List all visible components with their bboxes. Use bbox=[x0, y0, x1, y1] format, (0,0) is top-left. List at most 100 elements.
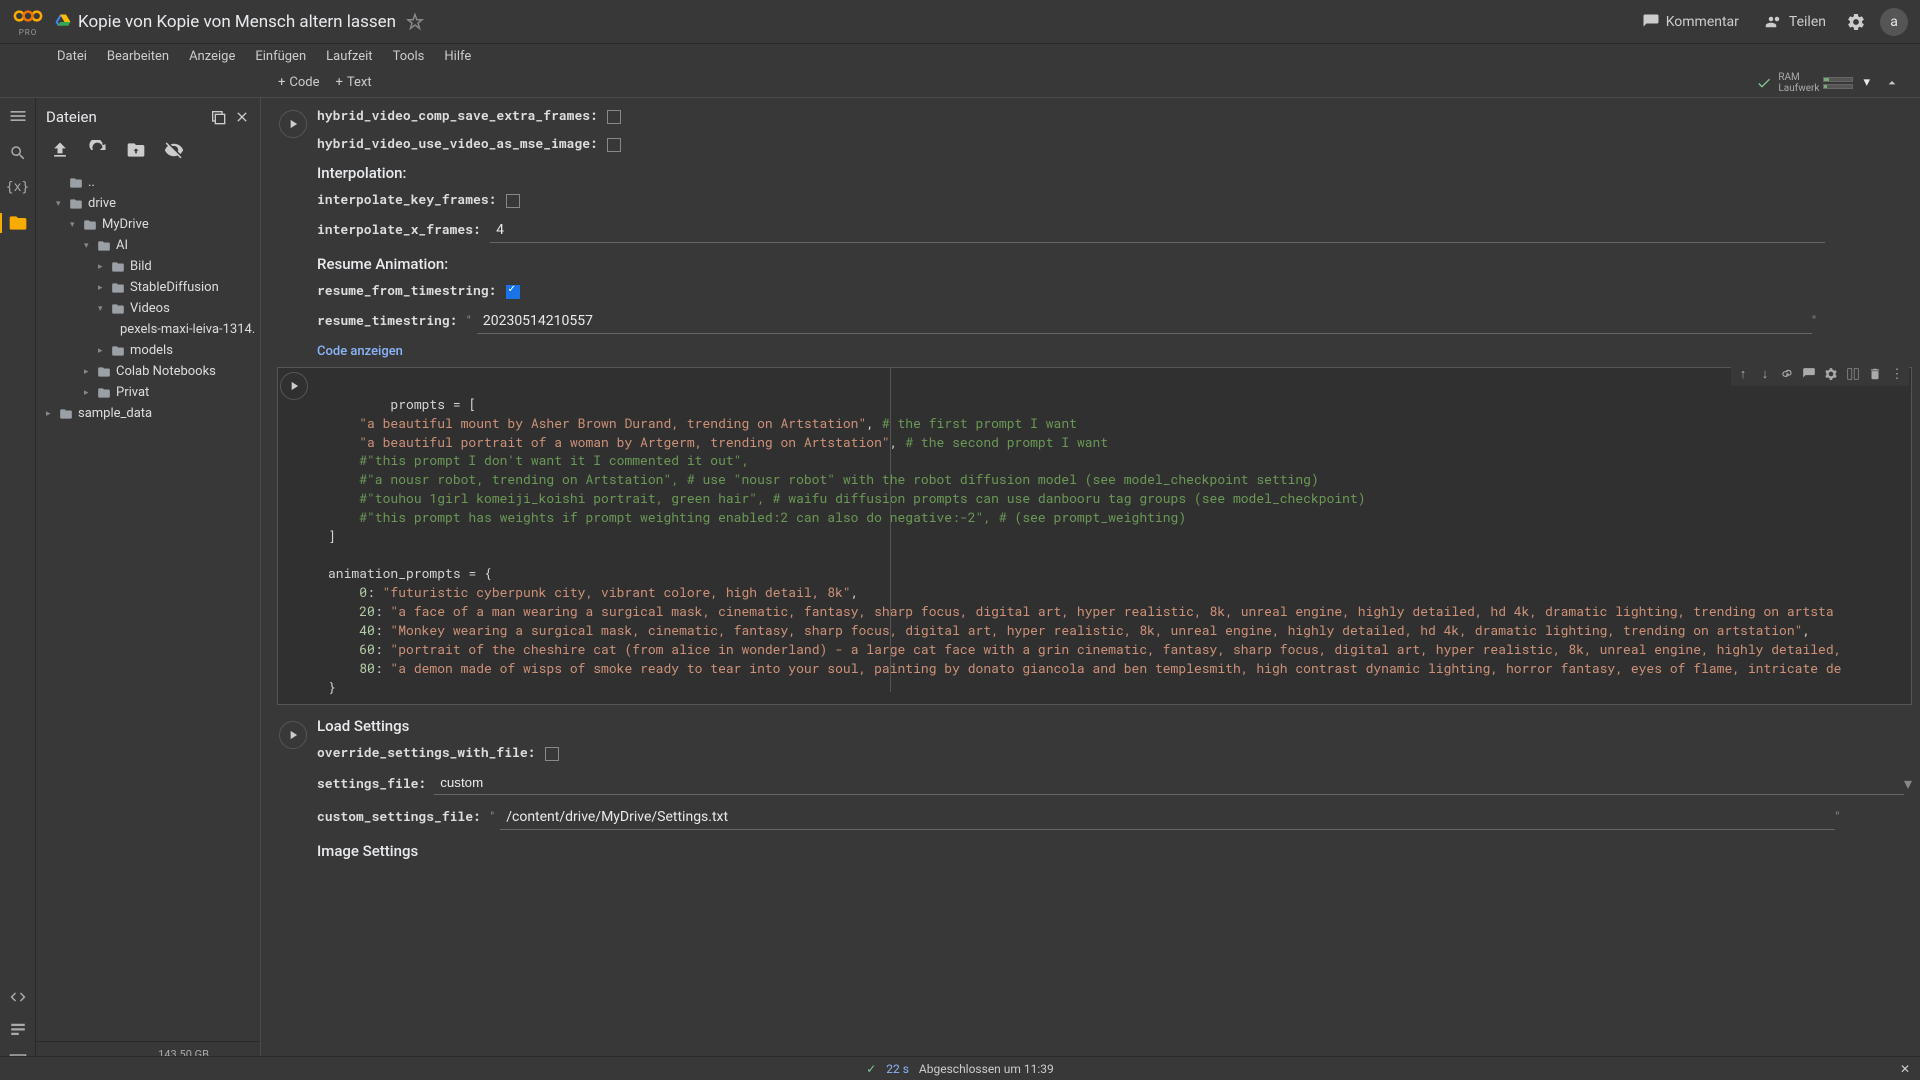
left-rail: {x} bbox=[0, 98, 36, 1080]
runtime-menu-caret[interactable]: ▾ bbox=[1859, 71, 1874, 94]
mount-drive-icon[interactable] bbox=[126, 140, 146, 160]
hybrid-extra-checkbox[interactable] bbox=[607, 110, 621, 124]
interp-key-label: interpolate_key_frames: bbox=[317, 190, 496, 208]
hybrid-mse-checkbox[interactable] bbox=[607, 138, 621, 152]
tree-privat[interactable]: ▸Privat bbox=[42, 382, 254, 403]
show-code-link[interactable]: Code anzeigen bbox=[317, 344, 1912, 359]
status-check-icon: ✓ bbox=[866, 1062, 876, 1076]
resume-ts-checkbox[interactable] bbox=[506, 285, 520, 299]
tree-sample-data[interactable]: ▸sample_data bbox=[42, 403, 254, 424]
sidebar-toolbar bbox=[36, 132, 260, 168]
avatar[interactable]: a bbox=[1880, 8, 1908, 36]
code-ruler bbox=[890, 368, 891, 692]
code-snippets-icon[interactable] bbox=[9, 988, 27, 1006]
refresh-icon[interactable] bbox=[88, 140, 108, 160]
status-duration: 22 s bbox=[886, 1062, 909, 1076]
status-close-icon[interactable]: ✕ bbox=[1900, 1062, 1910, 1076]
load-settings-heading: Load Settings bbox=[317, 717, 1912, 735]
settings-file-select[interactable]: custom bbox=[434, 771, 1904, 795]
tree-parent-dir[interactable]: .. bbox=[42, 172, 254, 193]
settings-file-label: settings_file: bbox=[317, 774, 426, 792]
interp-x-input[interactable] bbox=[490, 218, 1825, 243]
comment-label: Kommentar bbox=[1666, 14, 1739, 30]
tree-ai[interactable]: ▾AI bbox=[42, 235, 254, 256]
share-button[interactable]: Teilen bbox=[1759, 9, 1832, 35]
interp-key-checkbox[interactable] bbox=[506, 194, 520, 208]
tree-stablediffusion[interactable]: ▸StableDiffusion bbox=[42, 277, 254, 298]
form-cell-1: hybrid_video_comp_save_extra_frames: hyb… bbox=[277, 106, 1912, 359]
add-text-label: Text bbox=[347, 75, 372, 90]
tree-drive[interactable]: ▾drive bbox=[42, 193, 254, 214]
collapse-panel-icon[interactable] bbox=[1880, 71, 1904, 95]
menu-laufzeit[interactable]: Laufzeit bbox=[317, 47, 381, 66]
tree-videos[interactable]: ▾Videos bbox=[42, 298, 254, 319]
variables-icon[interactable]: {x} bbox=[6, 180, 29, 195]
interpolation-heading: Interpolation: bbox=[317, 164, 1912, 182]
document-title[interactable]: Kopie von Kopie von Mensch altern lassen bbox=[78, 12, 396, 32]
add-code-button[interactable]: + Code bbox=[270, 72, 328, 93]
command-palette-icon[interactable] bbox=[9, 1020, 27, 1038]
toolbar: + Code + Text RAM Laufwerk ▾ bbox=[0, 68, 1920, 98]
menu-tools[interactable]: Tools bbox=[384, 47, 434, 66]
search-icon[interactable] bbox=[9, 144, 27, 162]
toc-icon[interactable] bbox=[8, 106, 28, 126]
resume-heading: Resume Animation: bbox=[317, 255, 1912, 273]
hide-icon[interactable] bbox=[164, 140, 184, 160]
tree-colab-notebooks[interactable]: ▸Colab Notebooks bbox=[42, 361, 254, 382]
main-layout: {x} Dateien .. ▾drive ▾MyDrive ▾AI bbox=[0, 98, 1920, 1080]
tree-bild[interactable]: ▸Bild bbox=[42, 256, 254, 277]
star-button[interactable] bbox=[406, 13, 424, 31]
new-window-icon[interactable] bbox=[210, 109, 226, 125]
run-button[interactable] bbox=[279, 110, 307, 138]
chevron-down-icon: ▾ bbox=[1904, 774, 1912, 793]
check-icon bbox=[1756, 75, 1772, 91]
sidebar-title: Dateien bbox=[46, 108, 210, 126]
run-button[interactable] bbox=[280, 372, 308, 400]
menu-bearbeiten[interactable]: Bearbeiten bbox=[98, 47, 178, 66]
files-icon[interactable] bbox=[0, 213, 28, 233]
override-checkbox[interactable] bbox=[545, 747, 559, 761]
ram-meter bbox=[1823, 77, 1853, 82]
menu-datei[interactable]: Datei bbox=[48, 47, 96, 66]
sidebar-header: Dateien bbox=[36, 98, 260, 132]
image-settings-heading: Image Settings bbox=[317, 842, 1912, 860]
gear-icon[interactable] bbox=[1846, 12, 1866, 32]
file-tree[interactable]: .. ▾drive ▾MyDrive ▾AI ▸Bild ▸StableDiff… bbox=[36, 168, 260, 1041]
title-area: Kopie von Kopie von Mensch altern lassen bbox=[54, 12, 1636, 32]
files-sidebar: Dateien .. ▾drive ▾MyDrive ▾AI ▸Bild ▸St… bbox=[36, 98, 261, 1080]
menu-anzeige[interactable]: Anzeige bbox=[180, 47, 244, 66]
menu-bar: Datei Bearbeiten Anzeige Einfügen Laufze… bbox=[0, 44, 1920, 68]
resume-ts-label: resume_from_timestring: bbox=[317, 281, 496, 299]
upload-icon[interactable] bbox=[50, 140, 70, 160]
disk-label: Laufwerk bbox=[1778, 83, 1819, 94]
custom-settings-input[interactable] bbox=[500, 805, 1835, 830]
code-editor[interactable]: prompts = [ "a beautiful mount by Asher … bbox=[318, 368, 1911, 704]
disk-meter bbox=[1823, 84, 1853, 89]
header: PRO Kopie von Kopie von Mensch altern la… bbox=[0, 0, 1920, 44]
menu-einfuegen[interactable]: Einfügen bbox=[246, 47, 315, 66]
tree-models[interactable]: ▸models bbox=[42, 340, 254, 361]
hybrid-extra-label: hybrid_video_comp_save_extra_frames: bbox=[317, 106, 598, 124]
status-bar: ✓ 22 s Abgeschlossen um 11:39 ✕ bbox=[0, 1056, 1920, 1080]
colab-logo: PRO bbox=[12, 6, 44, 38]
close-sidebar-icon[interactable] bbox=[234, 109, 250, 125]
add-text-button[interactable]: + Text bbox=[328, 72, 380, 93]
comment-button[interactable]: Kommentar bbox=[1636, 9, 1745, 35]
tree-video-file[interactable]: pexels-maxi-leiva-1314... bbox=[42, 319, 254, 340]
menu-hilfe[interactable]: Hilfe bbox=[435, 47, 480, 66]
notebook-content[interactable]: hybrid_video_comp_save_extra_frames: hyb… bbox=[261, 98, 1920, 1080]
share-label: Teilen bbox=[1789, 14, 1826, 30]
header-right: Kommentar Teilen a bbox=[1636, 8, 1908, 36]
form-cell-2: Load Settings override_settings_with_fil… bbox=[277, 717, 1912, 860]
code-cell: ↑ ↓ ⋮ prompts = [ "a beautiful mount by … bbox=[277, 367, 1912, 705]
tree-mydrive[interactable]: ▾MyDrive bbox=[42, 214, 254, 235]
resources-indicator[interactable]: RAM Laufwerk bbox=[1778, 72, 1853, 94]
run-button[interactable] bbox=[279, 721, 307, 749]
custom-settings-label: custom_settings_file: bbox=[317, 807, 481, 825]
status-message: Abgeschlossen um 11:39 bbox=[919, 1062, 1054, 1076]
pro-badge: PRO bbox=[19, 28, 37, 37]
resume-timestring-label: resume_timestring: bbox=[317, 311, 457, 329]
add-code-label: Code bbox=[289, 75, 319, 90]
override-label: override_settings_with_file: bbox=[317, 743, 535, 761]
resume-timestring-input[interactable] bbox=[477, 309, 1812, 334]
